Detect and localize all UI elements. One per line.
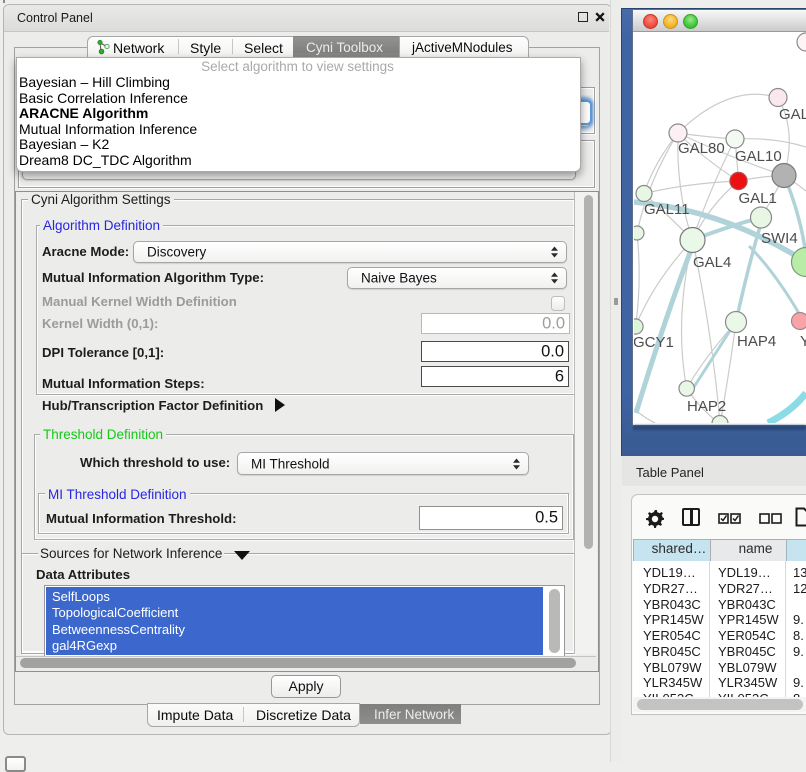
svg-text:SWI4: SWI4 (761, 230, 798, 247)
svg-text:GAL80: GAL80 (678, 140, 725, 157)
svg-text:GAL11: GAL11 (644, 201, 690, 218)
svg-text:HAP2: HAP2 (687, 398, 726, 415)
svg-text:GAL4: GAL4 (693, 254, 731, 271)
svg-text:GAL2: GAL2 (779, 106, 806, 123)
svg-text:HAP4: HAP4 (737, 333, 776, 350)
svg-text:GAL1: GAL1 (739, 190, 777, 207)
svg-text:YB: YB (800, 333, 806, 350)
svg-text:GAL10: GAL10 (735, 148, 782, 165)
svg-text:GCY1: GCY1 (634, 334, 674, 351)
